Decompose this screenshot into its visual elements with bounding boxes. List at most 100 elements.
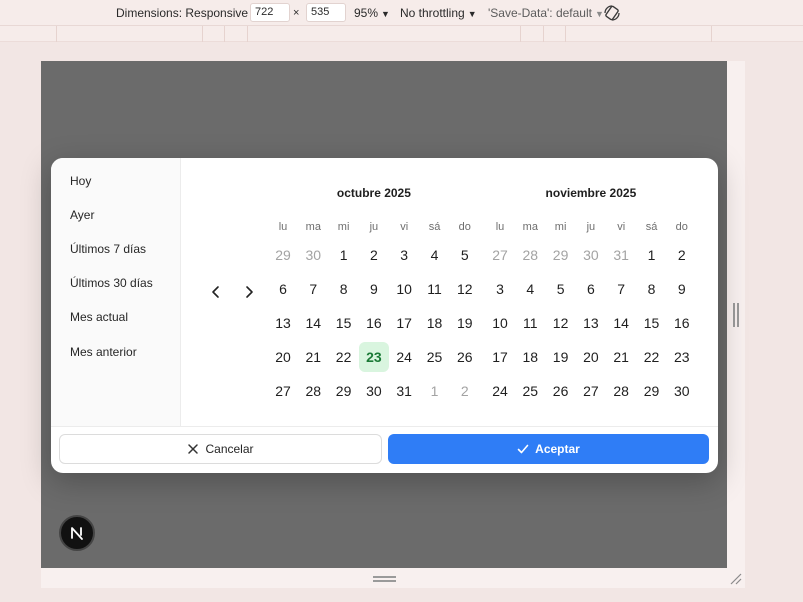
day-cell[interactable]: 4 xyxy=(515,274,545,304)
day-cell[interactable]: 30 xyxy=(298,240,328,270)
day-cell[interactable]: 18 xyxy=(515,342,545,372)
day-cell[interactable]: 30 xyxy=(359,376,389,406)
chevron-right-icon[interactable] xyxy=(239,282,259,302)
day-cell[interactable]: 22 xyxy=(329,342,359,372)
day-cell[interactable]: 27 xyxy=(576,376,606,406)
weekday-header: vi xyxy=(400,221,409,233)
day-cell[interactable]: 28 xyxy=(515,240,545,270)
day-cell[interactable]: 3 xyxy=(389,240,419,270)
day-cell[interactable]: 9 xyxy=(359,274,389,304)
preset-yesterday[interactable]: Ayer xyxy=(70,208,94,222)
day-cell[interactable]: 12 xyxy=(450,274,480,304)
day-cell[interactable]: 24 xyxy=(485,376,515,406)
day-cell[interactable]: 6 xyxy=(268,274,298,304)
day-cell[interactable]: 3 xyxy=(485,274,515,304)
day-cell[interactable]: 17 xyxy=(389,308,419,338)
day-cell[interactable]: 8 xyxy=(329,274,359,304)
day-cell[interactable]: 20 xyxy=(268,342,298,372)
day-cell[interactable]: 4 xyxy=(420,240,450,270)
preset-today[interactable]: Hoy xyxy=(70,174,91,188)
day-cell[interactable]: 15 xyxy=(637,308,667,338)
day-cell[interactable]: 10 xyxy=(389,274,419,304)
day-cell[interactable]: 19 xyxy=(546,342,576,372)
weekday-header: sá xyxy=(428,221,441,233)
day-cell[interactable]: 1 xyxy=(420,376,450,406)
weekday-header: sá xyxy=(645,221,658,233)
day-cell[interactable]: 29 xyxy=(329,376,359,406)
day-cell[interactable]: 29 xyxy=(268,240,298,270)
media-query-ruler xyxy=(0,26,803,42)
day-cell[interactable]: 30 xyxy=(576,240,606,270)
day-cell[interactable]: 12 xyxy=(546,308,576,338)
day-cell[interactable]: 16 xyxy=(359,308,389,338)
nextjs-dev-badge[interactable] xyxy=(59,515,95,551)
throttling-dropdown[interactable]: No throttling ▼ xyxy=(400,6,477,20)
day-cell[interactable]: 11 xyxy=(420,274,450,304)
cancel-label: Cancelar xyxy=(205,442,254,456)
day-cell[interactable]: 16 xyxy=(667,308,697,338)
weekday-header: lu xyxy=(495,221,505,233)
dimensions-dropdown[interactable]: Dimensions: Responsive▼ xyxy=(116,6,260,20)
day-cell[interactable]: 24 xyxy=(389,342,419,372)
day-cell[interactable]: 1 xyxy=(637,240,667,270)
preset-previous-month[interactable]: Mes anterior xyxy=(70,345,137,359)
cancel-button[interactable]: Cancelar xyxy=(59,434,382,464)
day-cell[interactable]: 5 xyxy=(546,274,576,304)
zoom-dropdown[interactable]: 95% ▼ xyxy=(354,6,390,20)
day-cell[interactable]: 17 xyxy=(485,342,515,372)
day-cell[interactable]: 14 xyxy=(606,308,636,338)
day-cell[interactable]: 29 xyxy=(637,376,667,406)
day-cell-selected[interactable]: 23 xyxy=(358,342,389,372)
day-cell[interactable]: 27 xyxy=(485,240,515,270)
width-input[interactable]: 722 xyxy=(250,3,290,22)
day-cell[interactable]: 21 xyxy=(606,342,636,372)
width-resize-handle[interactable] xyxy=(733,303,739,327)
day-cell[interactable]: 29 xyxy=(546,240,576,270)
rotate-icon[interactable] xyxy=(603,4,621,22)
day-cell[interactable]: 25 xyxy=(420,342,450,372)
day-cell[interactable]: 18 xyxy=(420,308,450,338)
day-cell[interactable]: 13 xyxy=(268,308,298,338)
day-cell[interactable]: 9 xyxy=(667,274,697,304)
day-cell[interactable]: 5 xyxy=(450,240,480,270)
preset-current-month[interactable]: Mes actual xyxy=(70,310,128,324)
day-cell[interactable]: 2 xyxy=(359,240,389,270)
save-data-dropdown[interactable]: 'Save-Data': default ▼ xyxy=(488,6,604,20)
day-cell[interactable]: 31 xyxy=(389,376,419,406)
day-cell[interactable]: 28 xyxy=(606,376,636,406)
day-cell[interactable]: 31 xyxy=(606,240,636,270)
day-cell[interactable]: 2 xyxy=(450,376,480,406)
day-cell[interactable]: 6 xyxy=(576,274,606,304)
check-icon xyxy=(517,444,529,454)
height-resize-handle[interactable] xyxy=(373,576,396,582)
day-cell[interactable]: 2 xyxy=(667,240,697,270)
preset-last-30-days[interactable]: Últimos 30 días xyxy=(70,276,153,290)
day-cell[interactable]: 25 xyxy=(515,376,545,406)
preset-last-7-days[interactable]: Últimos 7 días xyxy=(70,242,146,256)
day-cell[interactable]: 15 xyxy=(329,308,359,338)
month-title: octubre 2025 xyxy=(336,186,411,200)
day-cell[interactable]: 20 xyxy=(576,342,606,372)
day-cell[interactable]: 19 xyxy=(450,308,480,338)
day-cell[interactable]: 11 xyxy=(515,308,545,338)
day-cell[interactable]: 22 xyxy=(637,342,667,372)
corner-resize-icon[interactable] xyxy=(729,572,742,585)
accept-button[interactable]: Aceptar xyxy=(388,434,709,464)
height-input[interactable]: 535 xyxy=(306,3,346,22)
weekday-header: ju xyxy=(586,221,596,233)
day-cell[interactable]: 27 xyxy=(268,376,298,406)
day-cell[interactable]: 26 xyxy=(546,376,576,406)
day-cell[interactable]: 23 xyxy=(667,342,697,372)
day-cell[interactable]: 13 xyxy=(576,308,606,338)
day-cell[interactable]: 7 xyxy=(298,274,328,304)
day-cell[interactable]: 26 xyxy=(450,342,480,372)
day-cell[interactable]: 28 xyxy=(298,376,328,406)
day-cell[interactable]: 10 xyxy=(485,308,515,338)
day-cell[interactable]: 30 xyxy=(667,376,697,406)
day-cell[interactable]: 7 xyxy=(606,274,636,304)
day-cell[interactable]: 8 xyxy=(637,274,667,304)
day-cell[interactable]: 14 xyxy=(298,308,328,338)
chevron-left-icon[interactable] xyxy=(206,282,226,302)
day-cell[interactable]: 1 xyxy=(329,240,359,270)
day-cell[interactable]: 21 xyxy=(298,342,328,372)
